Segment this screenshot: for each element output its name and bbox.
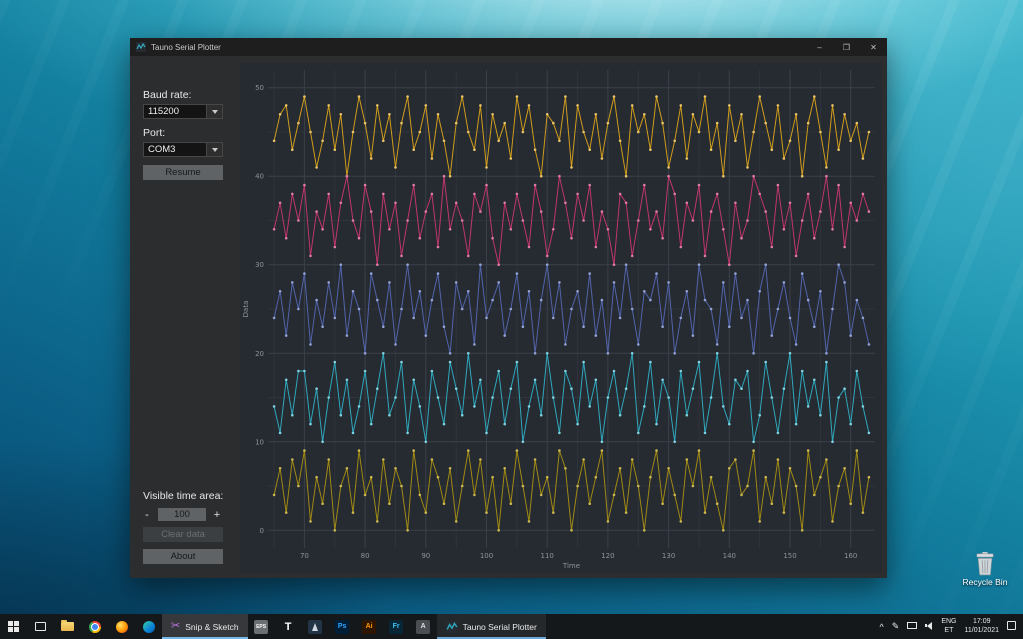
firefox-button[interactable] — [108, 614, 135, 639]
recycle-bin[interactable]: Recycle Bin — [953, 550, 1017, 587]
system-tray: ^ ✎ ENG ET 17:09 11/01/2021 — [873, 614, 1023, 639]
window-title: Tauno Serial Plotter — [151, 42, 221, 52]
t-app-icon: T — [284, 620, 292, 633]
edge-icon — [142, 620, 155, 633]
sidebar: Baud rate: 115200 Port: COM3 Resume Visi… — [130, 56, 238, 578]
pen-icon[interactable]: ✎ — [892, 621, 900, 632]
svg-text:150: 150 — [783, 552, 796, 560]
pinned-app-fresco[interactable]: Fr — [383, 614, 410, 639]
minimize-button[interactable]: – — [806, 38, 833, 56]
chrome-icon — [88, 620, 101, 633]
about-button[interactable]: About — [143, 549, 223, 564]
a-app-icon: A — [416, 619, 431, 634]
port-select[interactable]: COM3 — [143, 142, 223, 157]
chevron-down-icon[interactable] — [207, 104, 223, 119]
app-window: Tauno Serial Plotter – ❒ ✕ Baud rate: 11… — [130, 38, 887, 578]
svg-text:140: 140 — [723, 552, 736, 560]
svg-text:160: 160 — [844, 552, 857, 560]
file-explorer-button[interactable] — [54, 614, 81, 639]
tauno-plotter-label: Tauno Serial Plotter — [462, 621, 537, 632]
svg-text:130: 130 — [662, 552, 675, 560]
recycle-bin-label: Recycle Bin — [962, 577, 1008, 587]
svg-text:110: 110 — [541, 552, 554, 560]
resume-button[interactable]: Resume — [143, 165, 223, 180]
pinned-app-a[interactable]: A — [410, 614, 437, 639]
close-button[interactable]: ✕ — [860, 38, 887, 56]
svg-text:40: 40 — [255, 173, 264, 181]
pinned-app-t[interactable]: T — [275, 614, 302, 639]
line-chart: 70 80 90 100 110 120 130 140 150 160 0 10 20 30 40 50 Ti… — [242, 70, 875, 570]
task-view-icon — [35, 622, 46, 631]
svg-text:30: 30 — [255, 261, 264, 269]
svg-text:0: 0 — [260, 527, 264, 535]
svg-text:20: 20 — [255, 350, 264, 358]
recycle-bin-icon — [976, 552, 994, 576]
windows-logo-icon — [8, 621, 19, 632]
svg-text:70: 70 — [300, 552, 309, 560]
baud-rate-value: 115200 — [143, 104, 207, 119]
svg-text:50: 50 — [255, 84, 264, 92]
desktop: Recycle Bin Tauno Serial Plotter – ❒ ✕ B… — [0, 0, 1023, 639]
window-content: Baud rate: 115200 Port: COM3 Resume Visi… — [130, 56, 887, 578]
action-center-icon[interactable] — [1007, 621, 1016, 632]
firefox-icon — [115, 620, 128, 633]
photoshop-icon: Ps — [335, 619, 350, 634]
clear-data-button[interactable]: Clear data — [143, 527, 223, 542]
tauno-plotter-icon — [445, 620, 458, 633]
chrome-button[interactable] — [81, 614, 108, 639]
pinned-app-photoshop[interactable]: Ps — [329, 614, 356, 639]
window-controls: – ❒ ✕ — [806, 38, 887, 56]
illustrator-icon: Ai — [362, 619, 377, 634]
eps-app-icon: EPS — [254, 619, 269, 634]
pinned-app-eps[interactable]: EPS — [248, 614, 275, 639]
taskbar: ✂ Snip & Sketch EPS T Ps Ai Fr A Tauno S… — [0, 614, 1023, 639]
keyboard-layout: ET — [944, 626, 954, 634]
svg-text:80: 80 — [361, 552, 370, 560]
decrement-button[interactable]: - — [143, 509, 151, 521]
pen-tool-icon — [308, 619, 323, 634]
pinned-app-pen-tool[interactable] — [302, 614, 329, 639]
clock[interactable]: 17:09 11/01/2021 — [964, 618, 999, 634]
svg-text:10: 10 — [255, 438, 264, 446]
fresco-icon: Fr — [389, 619, 404, 634]
task-view-button[interactable] — [27, 614, 54, 639]
hidden-icons-chevron[interactable]: ^ — [880, 622, 884, 632]
time-area-value[interactable]: 100 — [158, 508, 206, 521]
increment-button[interactable]: + — [213, 509, 221, 521]
language-indicator[interactable]: ENG ET — [941, 618, 956, 634]
baud-rate-select[interactable]: 115200 — [143, 104, 223, 119]
snip-sketch-label: Snip & Sketch — [185, 621, 239, 632]
port-value: COM3 — [143, 142, 207, 157]
folder-icon — [61, 620, 74, 631]
app-icon — [136, 42, 146, 52]
clock-time: 17:09 — [972, 618, 991, 626]
snip-sketch-icon: ✂ — [171, 620, 181, 632]
baud-rate-label: Baud rate: — [143, 89, 192, 101]
svg-text:Time: Time — [562, 562, 580, 570]
volume-icon[interactable] — [925, 621, 933, 632]
clock-date: 11/01/2021 — [964, 626, 999, 634]
titlebar[interactable]: Tauno Serial Plotter – ❒ ✕ — [130, 38, 887, 56]
pinned-app-illustrator[interactable]: Ai — [356, 614, 383, 639]
svg-text:100: 100 — [480, 552, 493, 560]
taskbar-snip-sketch[interactable]: ✂ Snip & Sketch — [162, 614, 248, 639]
chevron-down-icon[interactable] — [207, 142, 223, 157]
visible-time-area-label: Visible time area: — [143, 490, 224, 502]
language-code: ENG — [941, 618, 957, 626]
edge-button[interactable] — [135, 614, 162, 639]
svg-text:120: 120 — [601, 552, 614, 560]
display-icon[interactable] — [907, 622, 918, 631]
svg-text:Data: Data — [242, 301, 250, 318]
time-area-stepper: - 100 + — [143, 508, 232, 521]
port-label: Port: — [143, 127, 166, 139]
maximize-button[interactable]: ❒ — [833, 38, 860, 56]
start-button[interactable] — [0, 614, 27, 639]
svg-text:90: 90 — [421, 552, 430, 560]
taskbar-tauno-plotter[interactable]: Tauno Serial Plotter — [436, 614, 546, 639]
chart-panel: 70 80 90 100 110 120 130 140 150 160 0 10 20 30 40 50 Ti… — [240, 63, 882, 573]
